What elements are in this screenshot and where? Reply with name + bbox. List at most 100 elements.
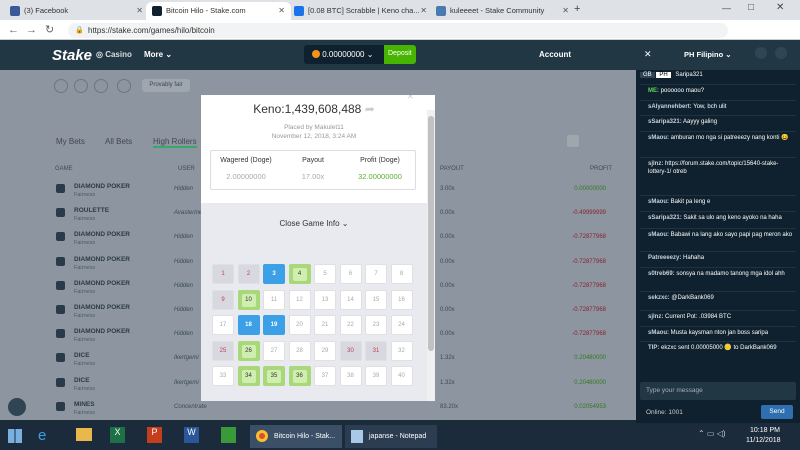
url-field[interactable]: 🔒 https://stake.com/games/hilo/bitcoin bbox=[68, 23, 728, 38]
table-row-game[interactable]: DIAMOND POKER bbox=[74, 231, 130, 238]
minimize-icon[interactable]: — bbox=[722, 3, 731, 13]
room-tab-ph[interactable]: PH bbox=[656, 72, 671, 78]
language-select[interactable]: PH Filipino ⌄ bbox=[684, 50, 732, 59]
close-window-icon[interactable]: ✕ bbox=[776, 2, 784, 13]
settings-icon[interactable] bbox=[117, 79, 131, 93]
stats-icon[interactable] bbox=[74, 79, 88, 93]
users-icon[interactable] bbox=[775, 47, 787, 59]
taskbar-chrome[interactable]: Bitcoin Hilo - Stak... bbox=[250, 425, 342, 448]
table-row-user[interactable]: Hidden bbox=[174, 234, 193, 240]
account-menu[interactable]: Account bbox=[539, 50, 571, 59]
room-tab-saripa[interactable]: Saripa321 bbox=[672, 72, 705, 78]
table-row-fairness[interactable]: Fairness bbox=[74, 386, 95, 392]
theatre-icon[interactable] bbox=[94, 79, 108, 93]
send-button[interactable]: Send bbox=[761, 405, 793, 419]
table-row-fairness[interactable]: Fairness bbox=[74, 240, 95, 246]
new-tab-icon[interactable]: + bbox=[574, 3, 580, 15]
table-row-game[interactable]: MINES bbox=[74, 401, 95, 408]
close-tab-icon[interactable]: ✕ bbox=[136, 6, 143, 15]
system-tray-icons[interactable]: ⌃ ▭ ◁) bbox=[698, 429, 726, 438]
table-row-user[interactable]: Hidden bbox=[174, 259, 193, 265]
chat-username[interactable]: sSaripa321: bbox=[648, 119, 682, 125]
back-icon[interactable]: ← bbox=[8, 23, 19, 37]
table-row-fairness[interactable]: Fairness bbox=[74, 313, 95, 319]
chat-username[interactable]: sekzxc: bbox=[648, 295, 670, 301]
table-row-fairness[interactable]: Fairness bbox=[74, 410, 95, 416]
close-modal-icon[interactable]: ✕ bbox=[407, 95, 414, 101]
close-tab-icon[interactable]: ✕ bbox=[278, 6, 285, 15]
chat-username[interactable]: TIP: bbox=[648, 345, 661, 351]
table-row-user[interactable]: Hidden bbox=[174, 283, 193, 289]
table-row-fairness[interactable]: Fairness bbox=[74, 361, 95, 367]
taskbar-notepad[interactable]: japanse - Notepad bbox=[345, 425, 437, 448]
clock-date[interactable]: 11/12/2018 bbox=[746, 437, 781, 444]
forward-icon[interactable]: → bbox=[26, 23, 37, 37]
stake-logo[interactable]: Stake bbox=[52, 47, 92, 64]
table-row-game[interactable]: ROULETTE bbox=[74, 207, 109, 214]
nav-casino[interactable]: ◎ Casino bbox=[96, 50, 132, 59]
table-row-game[interactable]: DICE bbox=[74, 352, 90, 359]
chat-username[interactable]: sjlnz: bbox=[648, 314, 663, 320]
table-row-fairness[interactable]: Fairness bbox=[74, 192, 95, 198]
maximize-icon[interactable]: □ bbox=[748, 2, 754, 13]
tab-all-bets[interactable]: All Bets bbox=[105, 137, 132, 146]
table-row-user[interactable]: Concentrate bbox=[174, 404, 207, 410]
close-game-info-button[interactable]: Close Game Info ⌄ bbox=[201, 219, 427, 228]
table-row-fairness[interactable]: Fairness bbox=[74, 337, 95, 343]
close-tab-icon[interactable]: ✕ bbox=[562, 6, 569, 15]
chat-username[interactable]: sMaou: bbox=[648, 135, 669, 141]
chat-username[interactable]: Patreeeezy: bbox=[648, 255, 681, 261]
powerpoint-icon[interactable]: P bbox=[147, 427, 162, 443]
table-row-game[interactable]: DIAMOND POKER bbox=[74, 183, 130, 190]
tab-bitcoin-hilo[interactable]: Bitcoin Hilo - Stake.com ✕ bbox=[146, 2, 291, 20]
table-row-user[interactable]: Ikertgemi bbox=[174, 380, 199, 386]
table-row-game[interactable]: DIAMOND POKER bbox=[74, 280, 130, 287]
ie-icon[interactable]: e bbox=[38, 427, 46, 444]
table-row-user[interactable]: Hidden bbox=[174, 186, 193, 192]
table-row-game[interactable]: DIAMOND POKER bbox=[74, 328, 130, 335]
table-row-game[interactable]: DIAMOND POKER bbox=[74, 304, 130, 311]
chat-username[interactable]: sjlnz: bbox=[648, 161, 663, 167]
table-row-fairness[interactable]: Fairness bbox=[74, 289, 95, 295]
tab-high-rollers[interactable]: High Rollers bbox=[153, 137, 197, 148]
excel-icon[interactable]: X bbox=[110, 427, 125, 443]
table-row-user[interactable]: Ikertgemi bbox=[174, 355, 199, 361]
tab-stake-community[interactable]: kuleeeet - Stake Community ✕ bbox=[430, 2, 575, 20]
tab-my-bets[interactable]: My Bets bbox=[56, 137, 85, 146]
reload-icon[interactable]: ↻ bbox=[45, 23, 54, 37]
chat-username[interactable]: sMaou: bbox=[648, 232, 669, 238]
close-chat-icon[interactable]: ✕ bbox=[644, 49, 652, 60]
mail-icon[interactable] bbox=[755, 47, 767, 59]
bets-settings-icon[interactable] bbox=[567, 135, 579, 147]
close-tab-icon[interactable]: ✕ bbox=[420, 6, 427, 15]
chat-username[interactable]: sMaou: bbox=[648, 330, 669, 336]
explorer-icon[interactable] bbox=[76, 428, 92, 441]
table-row-game[interactable]: DIAMOND POKER bbox=[74, 256, 130, 263]
project-icon[interactable] bbox=[221, 427, 236, 443]
table-row-game[interactable]: DICE bbox=[74, 377, 90, 384]
table-row-fairness[interactable]: Fairness bbox=[74, 265, 95, 271]
provably-fair-button[interactable]: Provably fair bbox=[142, 79, 190, 92]
deposit-button[interactable]: Deposit bbox=[384, 45, 416, 64]
tab-facebook[interactable]: (3) Facebook ✕ bbox=[4, 2, 149, 20]
table-row-user[interactable]: Hidden bbox=[174, 331, 193, 337]
chat-username[interactable]: sSaripa321: bbox=[648, 215, 682, 221]
share-icon[interactable]: ➦ bbox=[365, 102, 375, 116]
nav-more[interactable]: More ⌄ bbox=[144, 50, 172, 59]
chat-username[interactable]: sAlyannehbert: bbox=[648, 104, 692, 110]
chat-username[interactable]: sMaou: bbox=[648, 199, 669, 205]
room-tab-gb[interactable]: GB bbox=[640, 72, 655, 78]
table-row-user[interactable]: Hidden bbox=[174, 307, 193, 313]
wallet-balance[interactable]: 0.00000000 ⌄ bbox=[304, 45, 384, 64]
chat-username[interactable]: ME: bbox=[648, 88, 659, 94]
scrollbar-thumb[interactable] bbox=[428, 116, 434, 351]
table-row-user[interactable]: Avasterine bbox=[174, 210, 202, 216]
windows-start-icon[interactable] bbox=[8, 429, 22, 443]
chat-input[interactable]: Type your message bbox=[640, 382, 796, 400]
table-row-fairness[interactable]: Fairness bbox=[74, 216, 95, 222]
star-icon[interactable] bbox=[54, 79, 68, 93]
support-icon[interactable] bbox=[8, 398, 26, 416]
clock-time[interactable]: 10:18 PM bbox=[750, 427, 780, 434]
chat-username[interactable]: s0treb69: bbox=[648, 271, 675, 277]
tab-scrabble[interactable]: [0.08 BTC] Scrabble | Keno cha... ✕ bbox=[288, 2, 433, 20]
